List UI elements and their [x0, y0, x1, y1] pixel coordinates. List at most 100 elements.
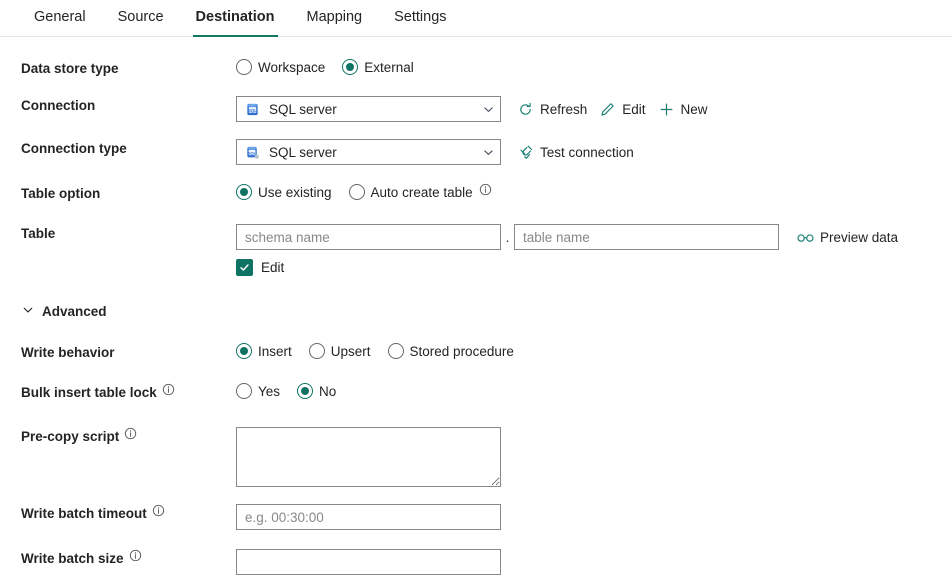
- tab-mapping[interactable]: Mapping: [291, 0, 379, 37]
- row-connection-type: Connection type SQL SQL server: [0, 139, 952, 165]
- connection-dropdown[interactable]: SQL SQL server: [236, 96, 501, 122]
- row-advanced: Advanced: [0, 304, 952, 326]
- row-write-behavior: Write behavior Insert Upsert Stored proc…: [0, 343, 952, 365]
- control-write-batch-timeout: [236, 504, 952, 530]
- radio-auto-create-table-dot: [349, 184, 365, 200]
- radio-bulk-lock-no-dot: [297, 383, 313, 399]
- radio-bulk-lock-yes[interactable]: Yes: [236, 383, 280, 399]
- label-data-store-type-text: Data store type: [21, 59, 119, 78]
- radio-use-existing[interactable]: Use existing: [236, 184, 332, 200]
- connection-type-value: SQL server: [269, 145, 474, 160]
- new-button[interactable]: New: [655, 100, 717, 119]
- sql-server-icon: SQL: [245, 102, 260, 117]
- destination-form: Data store type Workspace External Conne…: [0, 37, 952, 585]
- tab-settings[interactable]: Settings: [378, 0, 462, 37]
- radio-workspace[interactable]: Workspace: [236, 59, 325, 75]
- test-connection-label: Test connection: [540, 145, 634, 160]
- tab-source[interactable]: Source: [102, 0, 180, 37]
- radio-bulk-lock-no-label: No: [319, 384, 336, 399]
- info-icon-pre-copy-script[interactable]: [124, 427, 137, 440]
- radio-bulk-lock-yes-label: Yes: [258, 384, 280, 399]
- label-table: Table: [0, 224, 236, 243]
- label-bulk-insert-table-lock-text: Bulk insert table lock: [21, 383, 157, 402]
- row-table-option: Table option Use existing Auto create ta…: [0, 184, 952, 206]
- row-pre-copy-script: Pre-copy script: [0, 427, 952, 487]
- radio-upsert[interactable]: Upsert: [309, 343, 371, 359]
- label-table-option: Table option: [0, 184, 236, 203]
- preview-data-button[interactable]: Preview data: [794, 228, 907, 247]
- write-batch-size-input[interactable]: [236, 549, 501, 575]
- refresh-icon: [517, 102, 534, 117]
- radio-insert[interactable]: Insert: [236, 343, 292, 359]
- radio-auto-create-table-label: Auto create table: [371, 185, 473, 200]
- row-table: Table . Preview data: [0, 224, 952, 250]
- advanced-label: Advanced: [42, 304, 107, 319]
- radio-auto-create-table[interactable]: Auto create table: [349, 184, 473, 200]
- edit-button[interactable]: Edit: [596, 100, 654, 119]
- glasses-icon: [797, 231, 814, 244]
- radio-stored-procedure[interactable]: Stored procedure: [388, 343, 514, 359]
- label-data-store-type: Data store type: [0, 59, 236, 78]
- test-connection-button[interactable]: Test connection: [514, 142, 643, 162]
- advanced-section-toggle[interactable]: Advanced: [0, 304, 107, 319]
- edit-label: Edit: [622, 102, 645, 117]
- connection-value: SQL server: [269, 102, 474, 117]
- radio-upsert-dot: [309, 343, 325, 359]
- connection-type-commands: Test connection: [514, 142, 643, 162]
- info-icon-auto-create-table[interactable]: [479, 183, 492, 196]
- table-separator: .: [501, 230, 514, 245]
- row-bulk-insert-table-lock: Bulk insert table lock Yes No: [0, 383, 952, 405]
- sql-server-icon: SQL: [245, 145, 260, 160]
- pre-copy-script-textarea[interactable]: [236, 427, 501, 487]
- row-data-store-type: Data store type Workspace External: [0, 59, 952, 81]
- tab-destination[interactable]: Destination: [180, 0, 291, 37]
- radio-group-table-option: Use existing Auto create table: [236, 184, 492, 200]
- info-icon-write-batch-timeout[interactable]: [152, 504, 165, 517]
- control-table-option: Use existing Auto create table: [236, 184, 952, 200]
- refresh-button[interactable]: Refresh: [514, 100, 596, 119]
- plus-icon: [658, 102, 675, 117]
- connection-type-dropdown[interactable]: SQL SQL server: [236, 139, 501, 165]
- radio-bulk-lock-yes-dot: [236, 383, 252, 399]
- radio-stored-procedure-label: Stored procedure: [410, 344, 514, 359]
- radio-group-data-store-type: Workspace External: [236, 59, 431, 75]
- label-connection-type-text: Connection type: [21, 139, 127, 158]
- write-batch-timeout-input[interactable]: [236, 504, 501, 530]
- radio-bulk-lock-no[interactable]: No: [297, 383, 336, 399]
- radio-group-write-behavior: Insert Upsert Stored procedure: [236, 343, 531, 359]
- radio-group-bulk-insert-table-lock: Yes No: [236, 383, 353, 399]
- table-edit-checkbox[interactable]: Edit: [236, 259, 284, 276]
- radio-external-dot: [342, 59, 358, 75]
- label-pre-copy-script: Pre-copy script: [0, 427, 236, 446]
- radio-external[interactable]: External: [342, 59, 414, 75]
- tab-general[interactable]: General: [18, 0, 102, 37]
- radio-external-label: External: [364, 60, 414, 75]
- label-write-batch-size-text: Write batch size: [21, 549, 124, 568]
- schema-name-input[interactable]: [236, 224, 501, 250]
- control-data-store-type: Workspace External: [236, 59, 952, 75]
- table-name-input[interactable]: [514, 224, 779, 250]
- row-table-edit-checkbox: Edit: [0, 259, 952, 281]
- info-icon-bulk-insert-table-lock[interactable]: [162, 383, 175, 396]
- chevron-down-icon: [22, 304, 34, 319]
- control-pre-copy-script: [236, 427, 952, 487]
- svg-text:SQL: SQL: [248, 107, 257, 112]
- label-pre-copy-script-text: Pre-copy script: [21, 427, 119, 446]
- control-table-edit-checkbox: Edit: [236, 259, 952, 276]
- label-write-batch-timeout: Write batch timeout: [0, 504, 236, 523]
- checkbox-box: [236, 259, 253, 276]
- new-label: New: [681, 102, 708, 117]
- label-write-batch-size: Write batch size: [0, 549, 236, 568]
- radio-insert-label: Insert: [258, 344, 292, 359]
- radio-stored-procedure-dot: [388, 343, 404, 359]
- radio-upsert-label: Upsert: [331, 344, 371, 359]
- label-connection-type: Connection type: [0, 139, 236, 158]
- label-write-behavior: Write behavior: [0, 343, 236, 362]
- label-write-behavior-text: Write behavior: [21, 343, 115, 362]
- chevron-down-icon: [483, 104, 494, 115]
- row-write-batch-timeout: Write batch timeout: [0, 504, 952, 530]
- row-connection: Connection SQL SQL server: [0, 96, 952, 122]
- refresh-label: Refresh: [540, 102, 587, 117]
- plug-check-icon: [517, 144, 534, 160]
- info-icon-write-batch-size[interactable]: [129, 549, 142, 562]
